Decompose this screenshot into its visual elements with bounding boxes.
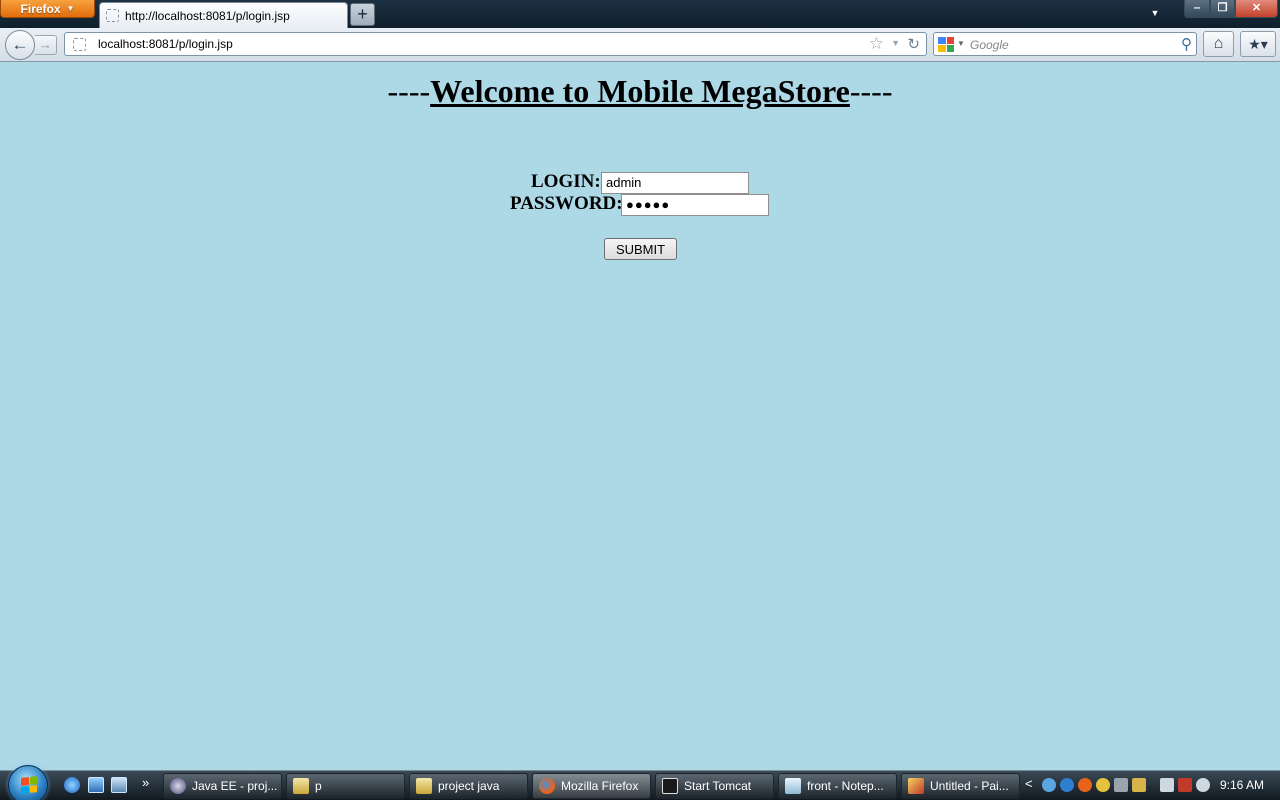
- login-input[interactable]: admin: [601, 172, 749, 194]
- task-label: Java EE - proj...: [192, 779, 278, 793]
- reload-icon[interactable]: ↻: [907, 35, 920, 53]
- home-button[interactable]: ⌂: [1203, 31, 1234, 57]
- network-icon[interactable]: [1178, 778, 1192, 792]
- firefox-menu-label: Firefox: [20, 1, 61, 16]
- submit-button[interactable]: SUBMIT: [604, 238, 677, 260]
- taskbar-item-paint[interactable]: Untitled - Pai...: [901, 773, 1020, 799]
- back-arrow-icon: ←: [11, 35, 29, 54]
- task-label: Untitled - Pai...: [930, 779, 1009, 793]
- minimize-button[interactable]: ‒: [1184, 0, 1210, 18]
- switch-windows-icon[interactable]: [111, 777, 127, 793]
- taskbar-item-notepad[interactable]: front - Notep...: [778, 773, 897, 799]
- home-icon: ⌂: [1213, 35, 1224, 52]
- warning-icon[interactable]: [1132, 778, 1146, 792]
- history-dropdown-icon[interactable]: ▼: [891, 38, 900, 48]
- firefox-icon: [539, 778, 555, 794]
- maximize-button[interactable]: ❐: [1210, 0, 1235, 18]
- password-input[interactable]: ●●●●●: [621, 194, 769, 216]
- taskbar-item-java-ee[interactable]: Java EE - proj...: [163, 773, 282, 799]
- login-label: LOGIN:: [531, 171, 601, 192]
- site-identity-icon[interactable]: [73, 38, 86, 51]
- quick-launch-more-icon[interactable]: »: [142, 775, 149, 790]
- forward-button[interactable]: →: [35, 35, 57, 55]
- eclipse-icon: [170, 778, 186, 794]
- task-label: Start Tomcat: [684, 779, 752, 793]
- globe-icon[interactable]: [1060, 778, 1074, 792]
- console-icon: [662, 778, 678, 794]
- show-desktop-icon[interactable]: [88, 777, 104, 793]
- close-button[interactable]: ✕: [1235, 0, 1278, 18]
- firefox-menu-button[interactable]: Firefox ▼: [0, 0, 95, 18]
- network-sync-icon[interactable]: [1042, 778, 1056, 792]
- page-content: ----Welcome to Mobile MegaStore---- LOGI…: [0, 63, 1280, 770]
- windows-logo-icon: [21, 776, 37, 794]
- page-heading: ----Welcome to Mobile MegaStore----: [0, 73, 1280, 110]
- new-tab-button[interactable]: +: [350, 3, 375, 26]
- taskbar-item-start-tomcat[interactable]: Start Tomcat: [655, 773, 774, 799]
- taskbar: » Java EE - proj... p project java Mozil…: [0, 765, 1280, 800]
- title-bar: Firefox ▼ http://localhost:8081/p/login.…: [0, 0, 1280, 28]
- heading-title: Welcome to Mobile MegaStore: [430, 73, 850, 109]
- power-icon[interactable]: [1160, 778, 1174, 792]
- taskbar-item-project-java[interactable]: project java: [409, 773, 528, 799]
- notepad-icon: [785, 778, 801, 794]
- bookmarks-button[interactable]: ★▾: [1240, 31, 1276, 57]
- clock[interactable]: 9:16 AM: [1220, 778, 1264, 792]
- search-engine-dropdown-icon[interactable]: ▼: [957, 39, 965, 48]
- internet-explorer-icon[interactable]: [64, 777, 80, 793]
- task-label: Mozilla Firefox: [561, 779, 639, 793]
- url-bar[interactable]: localhost:8081/p/login.jsp ☆ ▼ ↻: [64, 32, 927, 56]
- heading-suffix: ----: [849, 73, 893, 109]
- taskbar-item-mozilla-firefox[interactable]: Mozilla Firefox: [532, 773, 651, 799]
- forward-arrow-icon: →: [39, 37, 52, 52]
- back-button[interactable]: ←: [5, 30, 35, 60]
- search-icon[interactable]: ⚲: [1181, 35, 1192, 53]
- page-icon: [106, 9, 119, 22]
- star-icon[interactable]: ☆: [869, 34, 884, 54]
- heading-prefix: ----: [387, 73, 431, 109]
- folder-icon: [416, 778, 432, 794]
- task-label: p: [315, 779, 322, 793]
- tab-list-icon[interactable]: ▼: [1148, 6, 1162, 20]
- task-label: front - Notep...: [807, 779, 884, 793]
- start-button[interactable]: [8, 765, 48, 800]
- folder-icon: [293, 778, 309, 794]
- tray-expand-icon[interactable]: <: [1025, 776, 1033, 791]
- tab-login[interactable]: http://localhost:8081/p/login.jsp: [99, 2, 348, 28]
- navigation-toolbar: ← → localhost:8081/p/login.jsp ☆ ▼ ↻ ▼ G…: [0, 28, 1280, 62]
- url-text[interactable]: localhost:8081/p/login.jsp: [98, 37, 233, 51]
- device-icon[interactable]: [1114, 778, 1128, 792]
- password-label: PASSWORD:: [510, 193, 623, 214]
- google-icon[interactable]: [938, 37, 954, 52]
- bookmarks-icon: ★▾: [1248, 36, 1268, 52]
- security-icon[interactable]: [1096, 778, 1110, 792]
- paint-icon: [908, 778, 924, 794]
- search-placeholder[interactable]: Google: [970, 38, 1009, 52]
- tab-title: http://localhost:8081/p/login.jsp: [125, 8, 290, 23]
- task-label: project java: [438, 779, 500, 793]
- volume-icon[interactable]: [1196, 778, 1210, 792]
- chevron-down-icon: ▼: [66, 4, 75, 13]
- app-tray-icon[interactable]: [1078, 778, 1092, 792]
- taskbar-item-p[interactable]: p: [286, 773, 405, 799]
- search-bar[interactable]: ▼ Google ⚲: [933, 32, 1197, 56]
